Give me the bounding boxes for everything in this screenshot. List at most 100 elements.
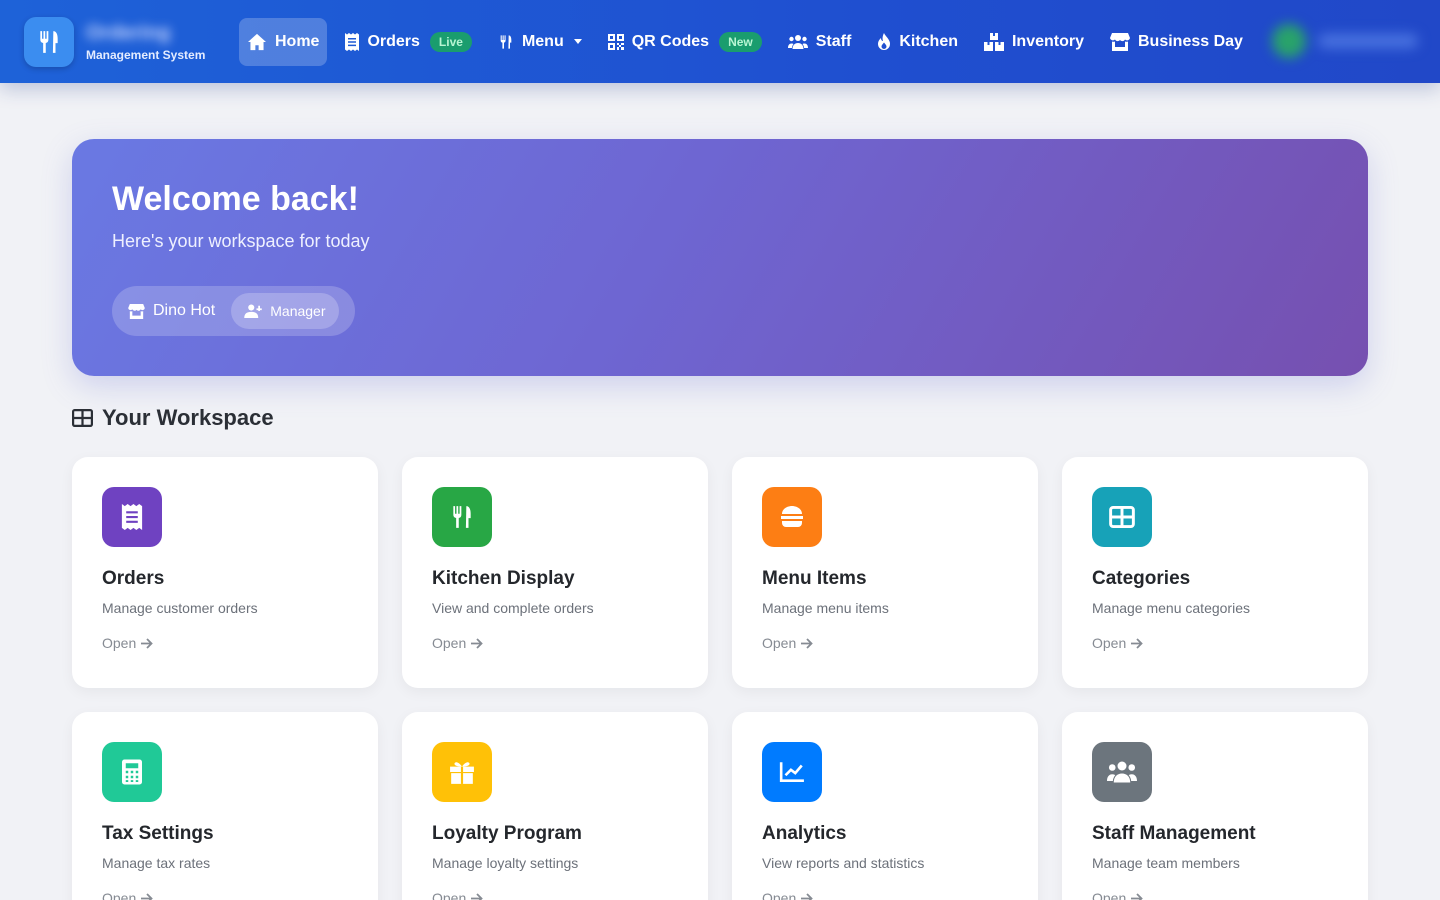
store-name: Dino Hot bbox=[153, 302, 216, 319]
nav-orders[interactable]: Orders Live bbox=[337, 18, 479, 66]
role-chip: Manager bbox=[231, 293, 339, 329]
card-kitchen-display[interactable]: Kitchen Display View and complete orders O… bbox=[402, 457, 708, 688]
welcome-title: Welcome back! bbox=[112, 180, 359, 218]
chevron-down-icon bbox=[573, 39, 582, 44]
nav-staff[interactable]: Staff bbox=[780, 18, 860, 66]
nav-qr-codes[interactable]: QR Codes New bbox=[600, 18, 770, 66]
brand-name: Ordering bbox=[86, 21, 171, 44]
open-link[interactable]: Open bbox=[432, 635, 678, 651]
arrow-right-icon bbox=[141, 892, 154, 900]
arrow-right-icon bbox=[801, 892, 814, 900]
boxes-icon bbox=[983, 32, 1004, 51]
card-description: Manage menu categories bbox=[1092, 600, 1250, 616]
card-description: Manage loyalty settings bbox=[432, 855, 579, 871]
card-loyalty-program[interactable]: Loyalty Program Manage loyalty settings Op… bbox=[402, 712, 708, 900]
store-chip: Dino Hot bbox=[128, 302, 215, 320]
open-link[interactable]: Open bbox=[762, 635, 1008, 651]
fire-icon bbox=[878, 32, 891, 50]
hamburger-icon bbox=[762, 487, 822, 547]
card-description: Manage customer orders bbox=[102, 600, 258, 616]
nav-inventory[interactable]: Inventory bbox=[976, 18, 1092, 66]
main-nav: Home Orders Live Menu QR Codes New Staff… bbox=[239, 17, 1261, 66]
avatar bbox=[1272, 24, 1306, 58]
workspace-title-text: Your Workspace bbox=[102, 405, 274, 430]
brand[interactable]: Ordering Management System bbox=[24, 16, 239, 67]
nav-kitchen[interactable]: Kitchen bbox=[869, 18, 966, 66]
card-title: Loyalty Program bbox=[432, 823, 582, 844]
home-icon bbox=[248, 33, 266, 50]
open-label: Open bbox=[102, 890, 137, 900]
arrow-right-icon bbox=[471, 637, 484, 649]
user-name-blurred bbox=[1318, 34, 1418, 48]
card-menu-items[interactable]: Menu Items Manage menu items Open bbox=[732, 457, 1038, 688]
open-label: Open bbox=[432, 890, 467, 900]
chart-line-icon bbox=[762, 742, 822, 802]
open-link[interactable]: Open bbox=[1092, 635, 1338, 651]
card-description: Manage menu items bbox=[762, 600, 889, 616]
card-tax-settings[interactable]: Tax Settings Manage tax rates Open bbox=[72, 712, 378, 900]
card-title: Menu Items bbox=[762, 568, 867, 589]
arrow-right-icon bbox=[1131, 892, 1144, 900]
open-label: Open bbox=[432, 635, 467, 651]
grid-icon bbox=[72, 409, 93, 427]
card-description: View and complete orders bbox=[432, 600, 594, 616]
card-title: Tax Settings bbox=[102, 823, 214, 844]
open-label: Open bbox=[1092, 635, 1127, 651]
arrow-right-icon bbox=[801, 637, 814, 649]
card-title: Staff Management bbox=[1092, 823, 1256, 844]
top-navbar: Ordering Management System Home Orders L… bbox=[0, 0, 1440, 83]
open-label: Open bbox=[1092, 890, 1127, 900]
nav-business-day[interactable]: Business Day bbox=[1102, 18, 1251, 66]
open-link[interactable]: Open bbox=[762, 890, 1008, 900]
open-link[interactable]: Open bbox=[432, 890, 678, 900]
store-icon bbox=[1110, 32, 1130, 51]
nav-staff-label: Staff bbox=[815, 32, 852, 50]
card-staff-management[interactable]: Staff Management Manage team members Open bbox=[1062, 712, 1368, 900]
nav-menu-label: Menu bbox=[521, 32, 564, 50]
qrcode-icon bbox=[607, 33, 624, 50]
brand-subtitle: Management System bbox=[86, 47, 206, 62]
open-link[interactable]: Open bbox=[102, 635, 348, 651]
card-description: View reports and statistics bbox=[762, 855, 925, 871]
card-orders[interactable]: Orders Manage customer orders Open bbox=[72, 457, 378, 688]
new-badge: New bbox=[719, 31, 762, 52]
user-tie-icon bbox=[244, 304, 262, 318]
live-badge: Live bbox=[429, 31, 472, 52]
receipt-icon bbox=[102, 487, 162, 547]
nav-kitchen-label: Kitchen bbox=[899, 32, 958, 50]
arrow-right-icon bbox=[471, 892, 484, 900]
arrow-right-icon bbox=[1131, 637, 1144, 649]
open-link[interactable]: Open bbox=[1092, 890, 1338, 900]
card-title: Analytics bbox=[762, 823, 847, 844]
role-label: Manager bbox=[270, 303, 326, 319]
store-role-pill: Dino Hot Manager bbox=[112, 286, 355, 336]
nav-menu[interactable]: Menu bbox=[490, 18, 590, 66]
card-categories[interactable]: Categories Manage menu categories Open bbox=[1062, 457, 1368, 688]
card-title: Kitchen Display bbox=[432, 568, 575, 589]
card-title: Orders bbox=[102, 568, 165, 589]
nav-qr-codes-label: QR Codes bbox=[631, 32, 710, 50]
card-description: Manage tax rates bbox=[102, 855, 211, 871]
receipt-icon bbox=[345, 32, 360, 51]
nav-orders-label: Orders bbox=[367, 32, 420, 50]
nav-home-label: Home bbox=[275, 32, 320, 50]
nav-home[interactable]: Home bbox=[239, 17, 328, 66]
nav-inventory-label: Inventory bbox=[1011, 32, 1084, 50]
welcome-banner: Welcome back! Here's your workspace for … bbox=[72, 139, 1368, 376]
open-label: Open bbox=[102, 635, 137, 651]
open-link[interactable]: Open bbox=[102, 890, 348, 900]
open-label: Open bbox=[762, 890, 797, 900]
utensils-icon bbox=[432, 487, 492, 547]
welcome-subtitle: Here's your workspace for today bbox=[112, 231, 370, 251]
utensils-icon bbox=[24, 16, 74, 67]
user-menu[interactable] bbox=[1272, 22, 1432, 60]
workspace-title: Your Workspace bbox=[72, 405, 274, 431]
users-icon bbox=[787, 34, 808, 49]
nav-business-day-label: Business Day bbox=[1138, 32, 1243, 50]
utensils-icon bbox=[500, 34, 512, 49]
users-icon bbox=[1092, 742, 1152, 802]
card-analytics[interactable]: Analytics View reports and statistics Open bbox=[732, 712, 1038, 900]
arrow-right-icon bbox=[141, 637, 154, 649]
store-icon bbox=[128, 303, 145, 319]
gift-icon bbox=[432, 742, 492, 802]
